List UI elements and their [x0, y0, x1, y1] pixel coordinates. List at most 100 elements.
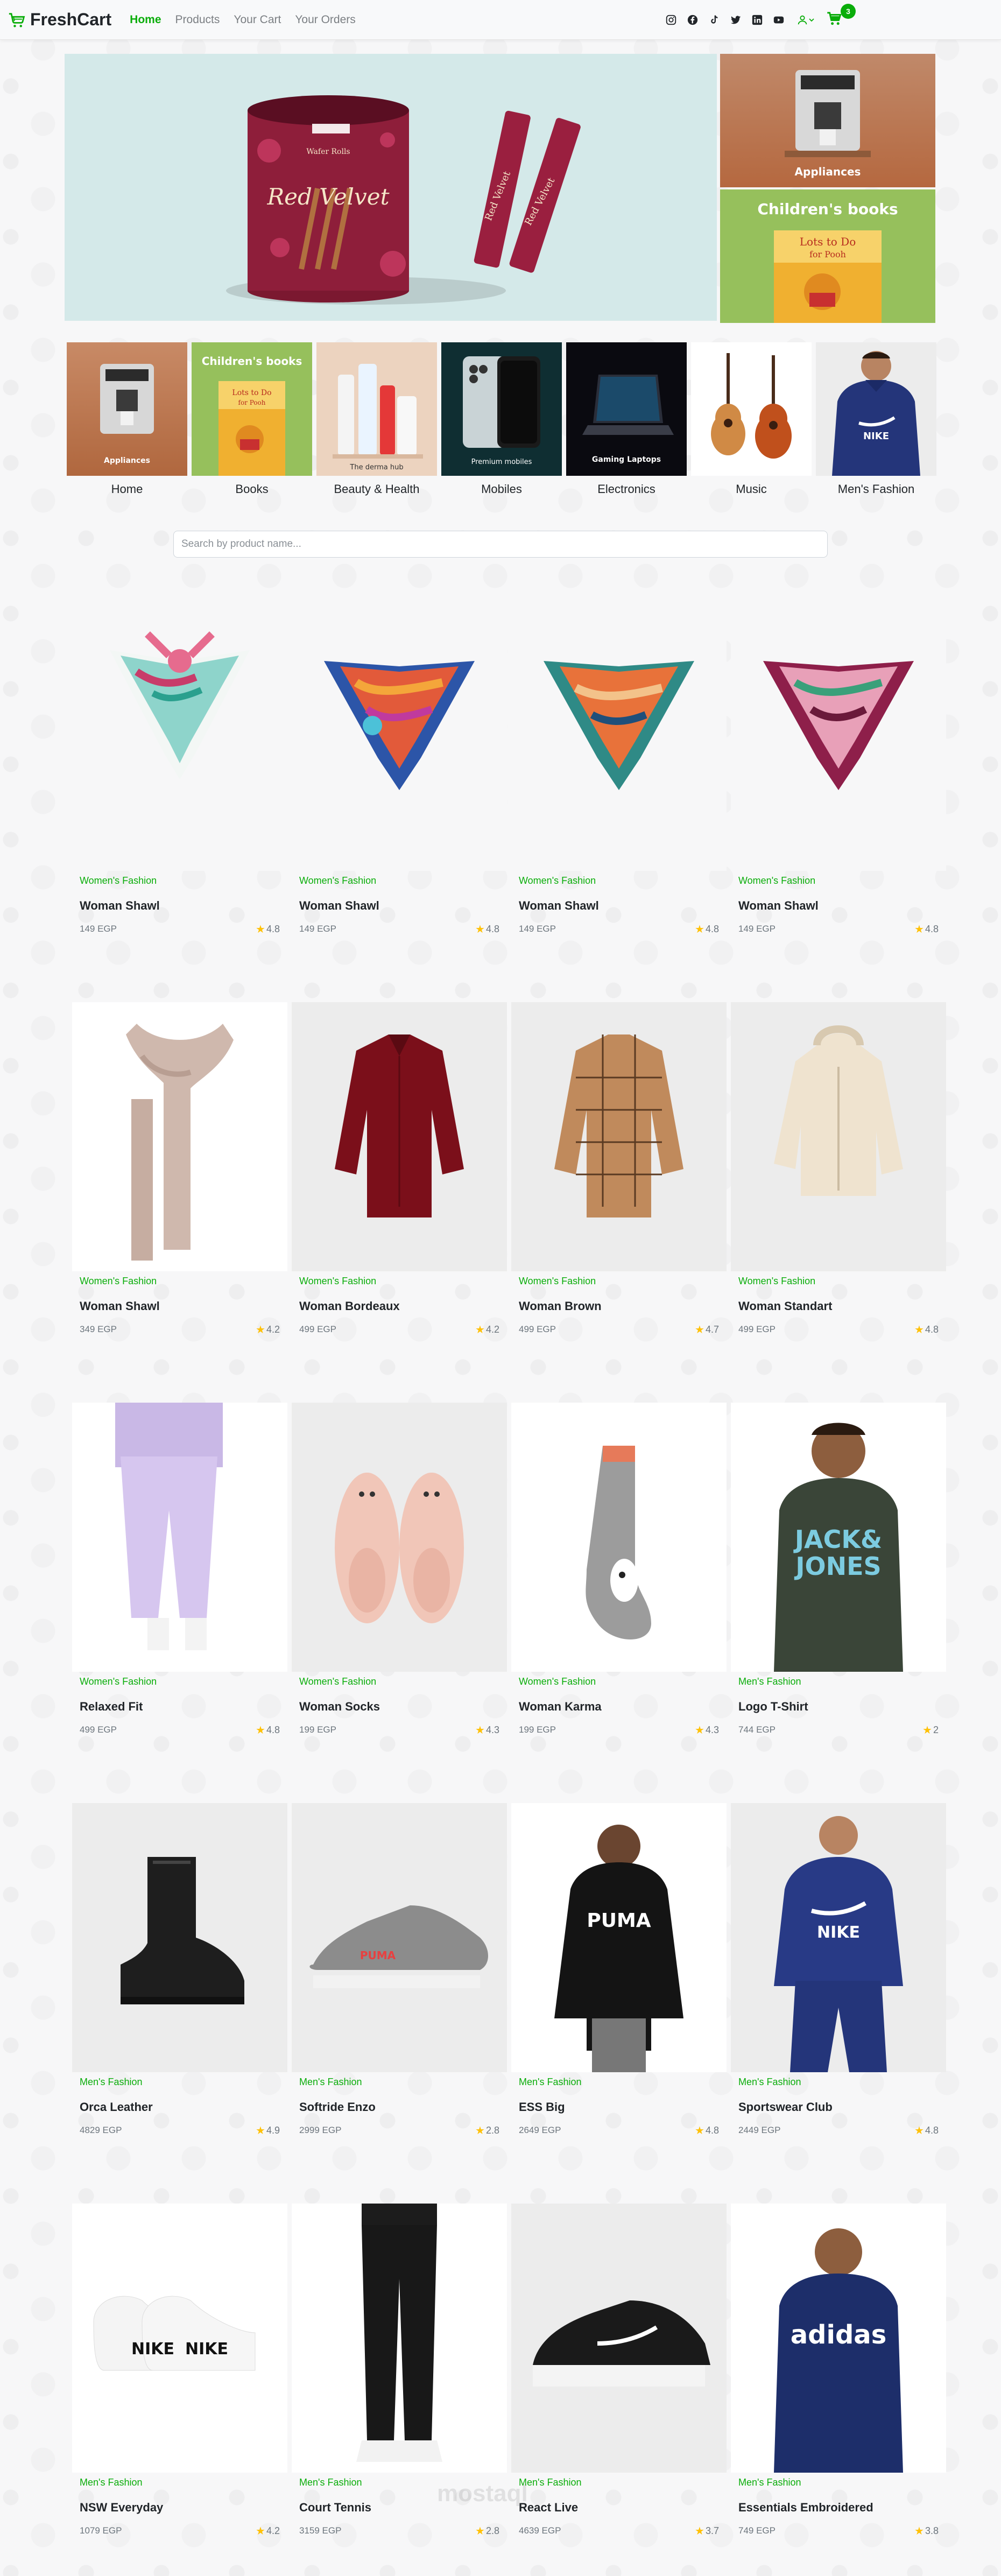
product-card[interactable]: NIKE Men's Fashion Sportswear Club 2449 EGP… [731, 1803, 946, 2148]
hero-side-books[interactable]: Children's books Lots to Do for Pooh [720, 189, 935, 323]
rating-value: 4.2 [266, 1324, 280, 1335]
product-card[interactable]: Women's Fashion Woman Shawl 149 EGP ★ 4.8 [72, 602, 287, 946]
product-title: Woman Standart [738, 1299, 833, 1313]
product-card[interactable]: Women's Fashion Woman Shawl 149 EGP ★ 4.8 [511, 602, 727, 946]
product-title: Court Tennis [299, 2501, 372, 2514]
product-image [72, 1403, 287, 1672]
linkedin-icon[interactable] [751, 14, 763, 26]
svg-text:Lots to Do: Lots to Do [800, 235, 856, 248]
product-card[interactable]: PUMA Men's Fashion ESS Big 2649 EGP ★ 4.8 [511, 1803, 727, 2148]
product-image [511, 2204, 727, 2473]
star-icon: ★ [695, 1324, 704, 1336]
product-card[interactable]: Women's Fashion Woman Socks 199 EGP ★ 4.3 [292, 1403, 507, 1747]
product-category: Men's Fashion [519, 2077, 582, 2087]
product-rating: ★ 2.8 [475, 2124, 499, 2137]
hero-side-appliances[interactable]: Appliances [720, 54, 935, 187]
nav-link-products[interactable]: Products [175, 13, 220, 26]
product-price: 149 EGP [738, 924, 776, 934]
rating-value: 4.8 [266, 1725, 280, 1735]
coffee-machine-image: Appliances [785, 70, 871, 178]
product-price: 2649 EGP [519, 2125, 561, 2135]
nav-link-home[interactable]: Home [130, 13, 161, 26]
category-label: Music [736, 482, 767, 496]
category-image: Premium mobiles [441, 342, 562, 476]
product-card[interactable]: PUMA Men's Fashion Softride Enzo 2999 EGP ★ 2… [292, 1803, 507, 2148]
nav-link-cart[interactable]: Your Cart [234, 13, 281, 26]
search-input[interactable] [173, 531, 828, 558]
hero-side-top-label: Appliances [795, 165, 861, 178]
product-card[interactable]: Women's Fashion Woman Karma 199 EGP ★ 4.3 [511, 1403, 727, 1747]
rating-value: 4.8 [925, 2125, 939, 2136]
product-card[interactable]: Women's Fashion Woman Standart 499 EGP ★ 4.8 [731, 1002, 946, 1347]
product-image: adidas [731, 2204, 946, 2473]
star-icon: ★ [475, 2125, 485, 2137]
product-price: 4639 EGP [519, 2525, 561, 2536]
category-label: Men's Fashion [837, 482, 915, 496]
product-rating: ★ 3.8 [914, 2524, 939, 2538]
rating-value: 3.8 [925, 2525, 939, 2536]
category-music[interactable]: Music [691, 342, 812, 496]
product-title: Orca Leather [80, 2100, 153, 2114]
nav-right: 3 [665, 0, 856, 40]
rating-value: 4.2 [485, 1324, 499, 1335]
category-beauty[interactable]: The derma hub Beauty & Health [316, 342, 437, 496]
product-card[interactable]: NIKE NIKE Men's Fashion NSW Everyday 1079 EG… [72, 2204, 287, 2548]
cart-count-badge: 3 [841, 3, 856, 19]
product-rating: ★ 2 [922, 1723, 939, 1737]
product-card[interactable]: Women's Fashion Relaxed Fit 499 EGP ★ 4.8 [72, 1403, 287, 1747]
product-card[interactable]: Men's Fashion Orca Leather 4829 EGP ★ 4.9 [72, 1803, 287, 2148]
product-category: Women's Fashion [519, 1276, 596, 1286]
product-image [292, 602, 507, 871]
category-home[interactable]: Appliances Home [67, 342, 187, 496]
product-image: JACK& JONES [731, 1403, 946, 1672]
product-card[interactable]: adidas Men's Fashion Essentials Embroidere… [731, 2204, 946, 2548]
category-mobiles[interactable]: Premium mobiles Mobiles [441, 342, 562, 496]
star-icon: ★ [695, 2125, 704, 2137]
hero-product-image: Wafer Rolls Red Velvet Red Velvet Red Ve… [226, 95, 581, 305]
product-card[interactable]: Women's Fashion Woman Shawl 149 EGP ★ 4.8 [292, 602, 507, 946]
product-card[interactable]: JACK& JONES Men's Fashion Logo T-Shirt 744 E… [731, 1403, 946, 1747]
instagram-icon[interactable] [665, 14, 677, 26]
hero-slider[interactable]: Wafer Rolls Red Velvet Red Velvet Red Ve… [65, 54, 717, 321]
product-price: 349 EGP [80, 1324, 117, 1334]
product-card[interactable]: Women's Fashion Woman Brown 499 EGP ★ 4.7 [511, 1002, 727, 1347]
product-rating: ★ 4.3 [695, 1723, 719, 1737]
nav-link-orders[interactable]: Your Orders [295, 13, 355, 26]
user-menu-icon[interactable] [796, 14, 815, 26]
product-price: 149 EGP [299, 924, 336, 934]
category-mens-fashion[interactable]: NIKE Men's Fashion [816, 342, 936, 496]
category-image: NIKE [816, 342, 936, 476]
product-card[interactable]: Men's Fashion React Live 4639 EGP ★ 3.7 [511, 2204, 727, 2548]
product-rating: ★ 4.8 [475, 923, 499, 936]
product-price: 499 EGP [738, 1324, 776, 1334]
product-card[interactable]: Women's Fashion Woman Shawl 349 EGP ★ 4.2 [72, 1002, 287, 1347]
cart-button[interactable]: 3 [827, 3, 856, 29]
brand-link[interactable]: FreshCart [8, 10, 111, 30]
tiktok-icon[interactable] [708, 14, 720, 26]
svg-text:for Pooh: for Pooh [809, 249, 846, 259]
product-category: Women's Fashion [80, 875, 157, 886]
svg-text:JACK&: JACK& [793, 1525, 882, 1554]
star-icon: ★ [914, 1324, 924, 1336]
category-electronics[interactable]: Gaming Laptops Electronics [566, 342, 687, 496]
category-books[interactable]: Children's books Lots to Do for Pooh Boo… [192, 342, 312, 496]
product-category: Women's Fashion [299, 1276, 377, 1286]
product-card[interactable]: Women's Fashion Woman Bordeaux 499 EGP ★ 4.2 [292, 1002, 507, 1347]
rating-value: 2.8 [485, 2125, 499, 2136]
category-label: Mobiles [481, 482, 522, 496]
svg-text:PUMA: PUMA [360, 1949, 396, 1962]
hero-sub-text: Wafer Rolls [306, 147, 350, 156]
product-category: Women's Fashion [519, 875, 596, 886]
twitter-icon[interactable] [730, 14, 742, 26]
product-category: Women's Fashion [299, 1676, 377, 1687]
product-card[interactable]: Women's Fashion Woman Shawl 149 EGP ★ 4.8 [731, 602, 946, 946]
category-image: Appliances [67, 342, 187, 476]
product-title: Woman Bordeaux [299, 1299, 400, 1313]
product-title: Woman Shawl [738, 899, 819, 912]
product-image: NIKE NIKE [72, 2204, 287, 2473]
svg-text:NIKE: NIKE [817, 1923, 860, 1942]
hero-side-bottom-label: Children's books [757, 200, 898, 218]
youtube-icon[interactable] [773, 14, 785, 26]
product-title: NSW Everyday [80, 2501, 164, 2514]
facebook-icon[interactable] [687, 14, 699, 26]
